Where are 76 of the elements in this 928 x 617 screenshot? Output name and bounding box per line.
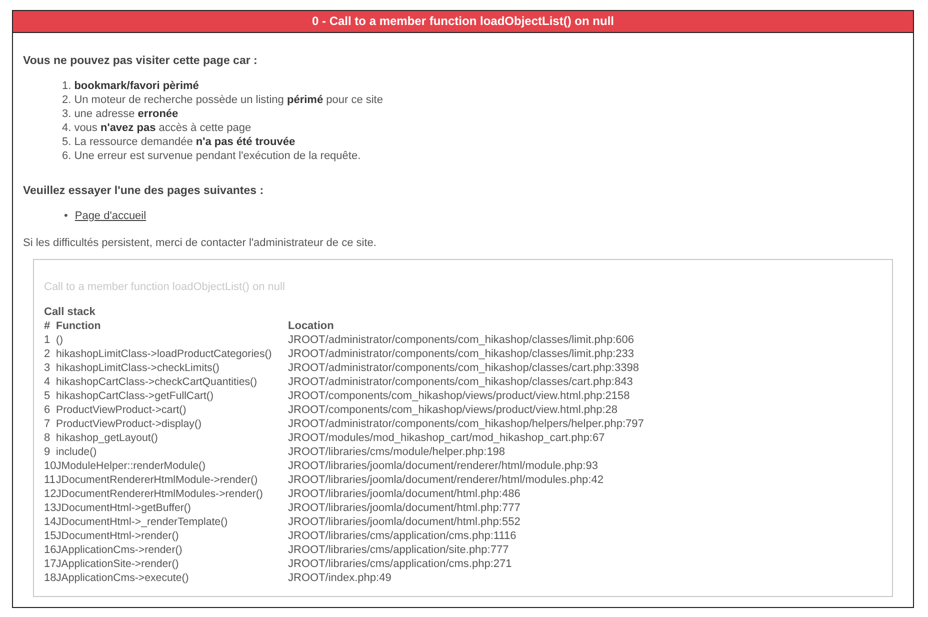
table-cell-text: 7: [44, 417, 52, 431]
table-cell-text: hikashopCartClass->checkCartQuantities(): [56, 375, 258, 389]
column-header: Function: [56, 319, 102, 333]
contact-note: Si les difficultés persistent, merci de contacter l'administrateur de ce site.: [23, 237, 378, 249]
table-cell: JROOT/libraries/joomla/document/html.php:777: [288, 501, 520, 515]
table-cell-text: 6: [44, 403, 52, 417]
reason-text: bookmark/favori pèrimé: [74, 79, 199, 93]
list-number: 5.: [62, 135, 72, 149]
table-cell-text: JApplicationCms->execute(): [56, 571, 190, 585]
table-cell-text: (): [56, 333, 64, 347]
table-cell: JROOT/libraries/joomla/document/html.php:552: [288, 515, 520, 529]
table-cell: JROOT/libraries/joomla/document/renderer/html/modules.php:42: [288, 473, 604, 487]
table-cell: 12: [44, 487, 56, 501]
table-cell-text: JApplicationSite->render(): [56, 557, 180, 571]
table-cell-text: 3: [44, 361, 52, 375]
table-cell: JROOT/libraries/cms/application/cms.php:271: [288, 557, 512, 571]
section-heading: Veuillez essayer l'une des pages suivantes :: [23, 185, 265, 197]
table-cell-text: 4: [44, 375, 52, 389]
table-cell-text: 1: [44, 333, 52, 347]
table-cell: JROOT/administrator/components/com_hikashop/classes/cart.php:3398: [288, 361, 639, 375]
table-cell-text: hikashopLimitClass->checkLimits(): [56, 361, 220, 375]
table-cell-text: 9: [44, 445, 52, 459]
list-number: 4.: [62, 121, 72, 135]
list-number: 3.: [62, 107, 72, 121]
table-cell: 13: [44, 501, 56, 515]
reason-text: Un moteur de recherche possède un listing périmé pour ce site: [74, 93, 383, 107]
table-cell: JROOT/administrator/components/com_hikashop/helpers/helper.php:797: [288, 417, 644, 431]
table-cell: 11: [44, 473, 56, 487]
table-cell-text: JApplicationCms->render(): [56, 543, 184, 557]
table-cell: 10: [44, 459, 56, 473]
table-cell-text: hikashop_getLayout(): [56, 431, 159, 445]
table-cell: 16: [44, 543, 56, 557]
table-cell: JROOT/administrator/components/com_hikashop/classes/limit.php:233: [288, 347, 634, 361]
table-cell: 17: [44, 557, 56, 571]
table-cell: JROOT/libraries/joomla/document/renderer/html/module.php:93: [288, 459, 598, 473]
table-cell: JROOT/administrator/components/com_hikashop/classes/cart.php:843: [288, 375, 633, 389]
table-cell-text: JDocumentHtml->_renderTemplate(): [56, 515, 229, 529]
table-cell-text: 8: [44, 431, 52, 445]
error-title: 0 - Call to a member function loadObjectList() on null: [312, 14, 614, 28]
table-cell-text: JDocumentRendererHtmlModule->render(): [56, 473, 259, 487]
table-cell-text: hikashopLimitClass->loadProductCategories(): [56, 347, 273, 361]
list-number: 1.: [62, 79, 72, 93]
table-cell-text: include(): [56, 445, 98, 459]
table-cell-text: ProductViewProduct->display(): [56, 417, 203, 431]
table-cell: 14: [44, 515, 56, 529]
table-cell-text: JModuleHelper::renderModule(): [56, 459, 207, 473]
column-header: Location: [288, 319, 334, 333]
table-cell: 18: [44, 571, 56, 585]
reason-text: La ressource demandée n'a pas été trouvée: [74, 135, 296, 149]
table-cell: JROOT/index.php:49: [288, 571, 392, 585]
table-cell: JROOT/libraries/cms/application/cms.php:1116: [288, 529, 516, 543]
table-cell: JROOT/libraries/joomla/document/html.php:486: [288, 487, 520, 501]
table-cell: JROOT/libraries/cms/module/helper.php:198: [288, 445, 506, 459]
table-cell-text: ProductViewProduct->cart(): [56, 403, 188, 417]
table-cell: JROOT/components/com_hikashop/views/product/view.html.php:2158: [288, 389, 630, 403]
call-stack-title: Call stack: [44, 305, 96, 319]
table-cell: JROOT/modules/mod_hikashop_cart/mod_hikashop_cart.php:67: [288, 431, 605, 445]
table-cell: 15: [44, 529, 56, 543]
table-cell: JROOT/libraries/cms/application/site.php:777: [288, 543, 509, 557]
table-cell-text: JDocumentHtml->getBuffer(): [56, 501, 192, 515]
table-cell: JROOT/administrator/components/com_hikashop/classes/limit.php:606: [288, 333, 634, 347]
table-cell-text: JDocumentHtml->render(): [56, 529, 180, 543]
table-cell: JROOT/components/com_hikashop/views/product/view.html.php:28: [288, 403, 618, 417]
reason-text: vous n'avez pas accès à cette page: [74, 121, 252, 135]
table-cell-text: hikashopCartClass->getFullCart(): [56, 389, 214, 403]
bullet: •: [64, 209, 68, 223]
section-heading: Vous ne pouvez pas visiter cette page car :: [23, 55, 258, 67]
table-cell-text: JDocumentRendererHtmlModules->render(): [56, 487, 264, 501]
reason-text: une adresse erronée: [74, 107, 178, 121]
home-page-link[interactable]: Page d'accueil: [74, 209, 146, 223]
table-cell-text: 5: [44, 389, 52, 403]
column-header: #: [44, 319, 52, 333]
reason-text: Une erreur est survenue pendant l'exécution de la requête.: [74, 149, 361, 163]
table-cell-text: 2: [44, 347, 52, 361]
list-number: 2.: [62, 93, 72, 107]
list-number: 6.: [62, 149, 72, 163]
